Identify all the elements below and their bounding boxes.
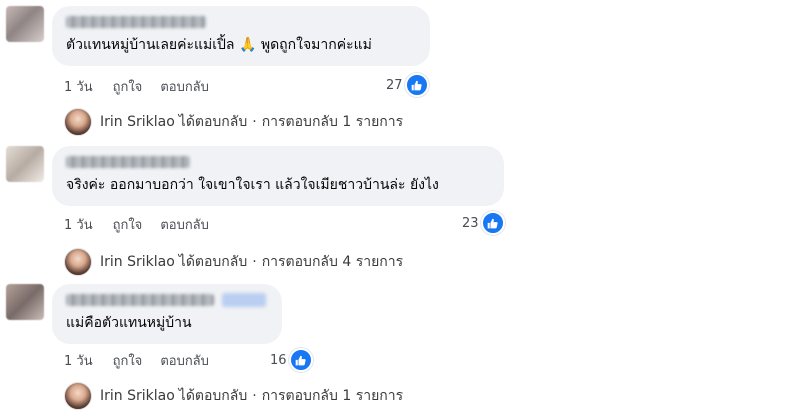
comment-actions: 1 วัน ถูกใจ ตอบกลับ — [64, 214, 227, 234]
blurred-commenter-name[interactable] — [66, 294, 214, 306]
reaction-count[interactable]: 23 — [462, 211, 505, 235]
reply-count: การตอบกลับ 4 รายการ — [261, 254, 404, 270]
like-count: 23 — [462, 215, 479, 231]
replier-avatar — [64, 382, 92, 410]
reply-button[interactable]: ตอบกลับ — [160, 214, 209, 235]
like-button[interactable]: ถูกใจ — [113, 214, 143, 235]
replier-avatar — [64, 248, 92, 276]
view-replies[interactable]: Irin Sriklao ได้ตอบกลับ · การตอบกลับ 4 ร… — [64, 248, 403, 276]
praying-hands-emoji: 🙏 — [238, 37, 257, 53]
comment-time: 1 วัน — [64, 217, 93, 233]
comment-bubble: จริงค่ะ ออกมาบอกว่า ใจเขาใจเรา แล้วใจเมี… — [52, 146, 504, 206]
view-replies[interactable]: Irin Sriklao ได้ตอบกลับ · การตอบกลับ 1 ร… — [64, 382, 403, 410]
blurred-name-badge — [222, 293, 266, 307]
comment-text: จริงค่ะ ออกมาบอกว่า ใจเขาใจเรา แล้วใจเมี… — [66, 177, 439, 193]
like-button[interactable]: ถูกใจ — [113, 350, 143, 371]
comment-time: 1 วัน — [64, 79, 93, 95]
commenter-avatar[interactable] — [6, 6, 44, 42]
reaction-count[interactable]: 27 — [386, 73, 429, 97]
comment-text: แม่คือตัวแทนหมู่บ้าน — [66, 315, 192, 331]
thumbs-up-icon — [404, 73, 429, 97]
replier-name: Irin Sriklao — [100, 114, 175, 130]
blurred-commenter-name[interactable] — [66, 16, 206, 28]
blurred-commenter-name[interactable] — [66, 156, 190, 168]
replier-avatar — [64, 108, 92, 136]
like-count: 27 — [386, 77, 403, 93]
thumbs-up-icon — [480, 211, 505, 235]
commenter-avatar[interactable] — [6, 146, 44, 182]
reply-count: การตอบกลับ 1 รายการ — [261, 114, 404, 130]
commenter-avatar[interactable] — [6, 284, 44, 320]
comment-time: 1 วัน — [64, 353, 93, 369]
like-count: 16 — [270, 352, 287, 368]
comment-bubble: แม่คือตัวแทนหมู่บ้าน — [52, 284, 282, 344]
comment-bubble: ตัวแทนหมู่บ้านเลยค่ะแม่เปิ้ล 🙏 พูดถูกใจม… — [52, 6, 430, 66]
thumbs-up-icon — [288, 348, 313, 372]
replier-name: Irin Sriklao — [100, 254, 175, 270]
reply-button[interactable]: ตอบกลับ — [160, 76, 209, 97]
replier-name: Irin Sriklao — [100, 388, 175, 404]
reaction-count[interactable]: 16 — [270, 348, 313, 372]
comment-actions: 1 วัน ถูกใจ ตอบกลับ — [64, 76, 227, 96]
reply-button[interactable]: ตอบกลับ — [160, 350, 209, 371]
view-replies[interactable]: Irin Sriklao ได้ตอบกลับ · การตอบกลับ 1 ร… — [64, 108, 403, 136]
reply-count: การตอบกลับ 1 รายการ — [261, 388, 404, 404]
comment-actions: 1 วัน ถูกใจ ตอบกลับ — [64, 350, 227, 370]
comment-text: ตัวแทนหมู่บ้านเลยค่ะแม่เปิ้ล 🙏 พูดถูกใจม… — [66, 37, 372, 53]
like-button[interactable]: ถูกใจ — [113, 76, 143, 97]
